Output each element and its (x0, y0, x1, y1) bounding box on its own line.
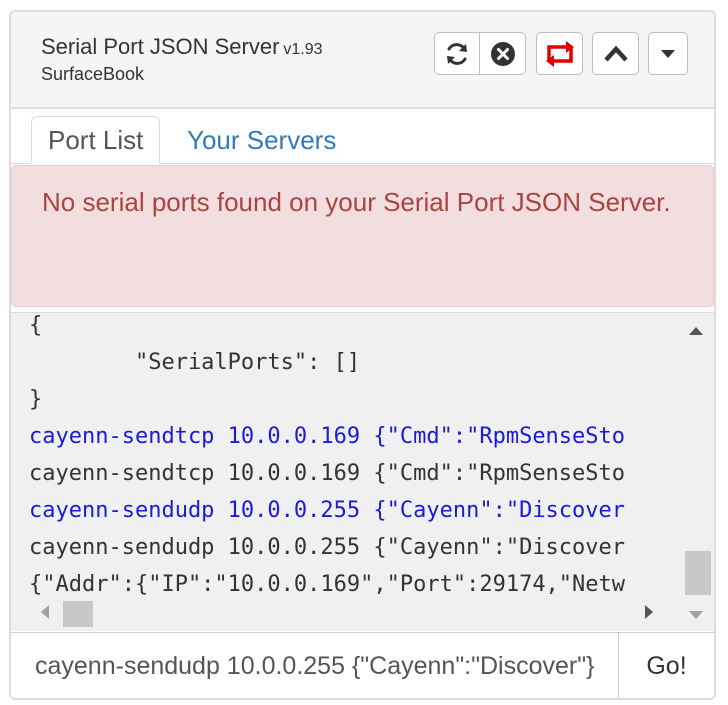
disconnect-button[interactable] (479, 32, 526, 75)
console-line: cayenn-sendudp 10.0.0.255 {"Cayenn":"Dis… (29, 498, 626, 523)
command-bar: Go! (11, 632, 714, 698)
server-title-text: Serial Port JSON Server (41, 34, 280, 59)
scroll-up-arrow-icon[interactable] (689, 327, 703, 335)
console-line: "SerialPorts": [] (29, 350, 361, 375)
vertical-scroll-thumb[interactable] (685, 551, 711, 595)
horizontal-scrollbar[interactable] (11, 595, 681, 629)
chevron-up-icon (603, 45, 628, 62)
scroll-down-arrow-icon[interactable] (689, 611, 703, 619)
command-input[interactable] (11, 633, 619, 698)
alert-message: No serial ports found on your Serial Por… (42, 187, 671, 217)
no-ports-alert: No serial ports found on your Serial Por… (11, 165, 714, 307)
console-log[interactable]: { "SerialPorts": []} cayenn-sendtcp 10.0.… (11, 312, 714, 631)
close-circle-icon (490, 41, 515, 66)
collapse-button[interactable] (592, 32, 639, 75)
tab-bar: Port List Your Servers (11, 107, 714, 164)
refresh-icon (447, 42, 467, 65)
server-version: v1.93 (283, 41, 323, 58)
scroll-right-arrow-icon[interactable] (645, 605, 653, 619)
tab-your-servers[interactable]: Your Servers (171, 116, 352, 164)
widget-header: Serial Port JSON Server v1.93 SurfaceBook (11, 12, 714, 109)
refresh-button[interactable] (434, 32, 480, 75)
spjs-widget: Serial Port JSON Server v1.93 SurfaceBook (9, 10, 716, 700)
vertical-scrollbar[interactable] (681, 313, 714, 607)
console-line: } (29, 387, 43, 412)
retweet-icon (545, 40, 574, 67)
console-line: { (29, 313, 43, 338)
reconnect-button[interactable] (536, 32, 583, 75)
tab-port-list[interactable]: Port List (31, 116, 161, 164)
console-line: cayenn-sendtcp 10.0.0.169 {"Cmd":"RpmSen… (29, 461, 626, 486)
scroll-left-arrow-icon[interactable] (41, 605, 49, 619)
options-dropdown-button[interactable] (648, 32, 688, 75)
console-line: cayenn-sendudp 10.0.0.255 {"Cayenn":"Dis… (29, 535, 626, 560)
caret-down-icon (661, 49, 675, 58)
horizontal-scroll-thumb[interactable] (63, 601, 93, 627)
server-title: Serial Port JSON Server v1.93 (41, 34, 323, 60)
console-line: cayenn-sendtcp 10.0.0.169 {"Cmd":"RpmSen… (29, 424, 626, 449)
console-lines: { "SerialPorts": []} cayenn-sendtcp 10.0.… (29, 313, 669, 603)
server-host-name: SurfaceBook (41, 64, 145, 84)
go-button[interactable]: Go! (619, 633, 714, 698)
